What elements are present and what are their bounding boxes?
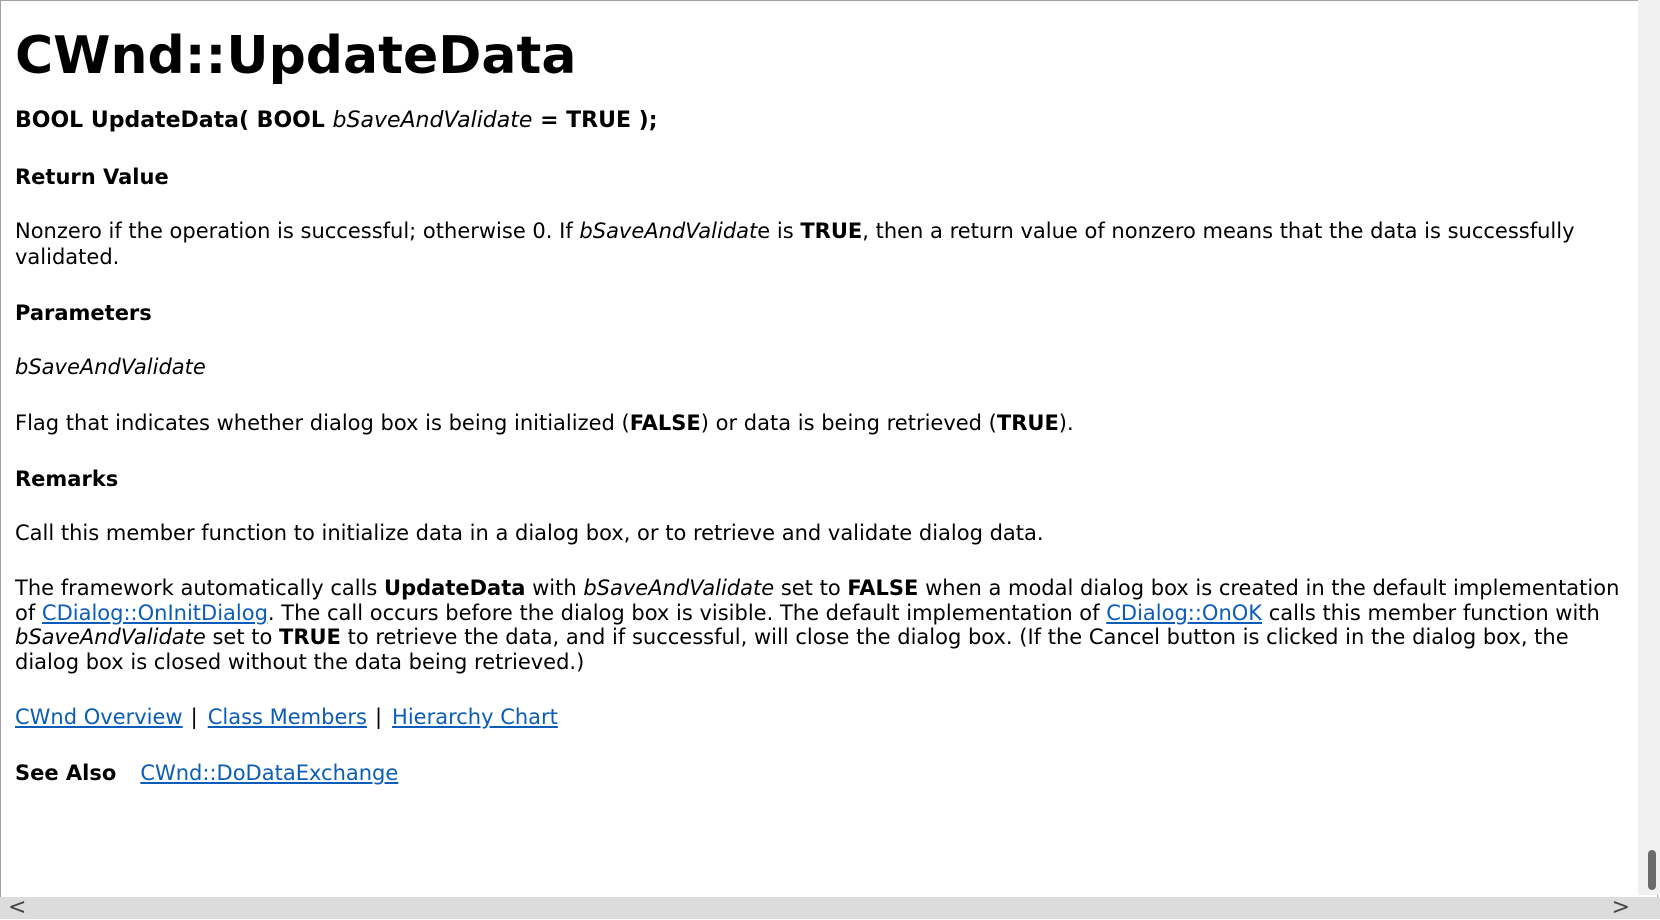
pd-true: TRUE [996,411,1059,435]
return-value-heading: Return Value [15,165,169,189]
rm-m: set to [205,625,279,649]
return-value-text: Nonzero if the operation is successful; … [15,218,1625,270]
pd-3: ). [1058,411,1074,435]
class-members-link[interactable]: Class Members [208,705,367,729]
rm-false: FALSE [847,576,919,600]
dodataexchange-link[interactable]: CWnd::DoDataExchange [140,761,398,785]
rm-true: TRUE [279,625,341,649]
rv-text-1: Nonzero if the operation is successful; … [15,219,580,243]
function-signature: BOOL UpdateData( BOOL bSaveAndValidate =… [15,108,1625,134]
parameters-heading: Parameters [15,301,152,325]
parameter-name: bSaveAndValidate [15,354,1625,380]
rv-true: TRUE [800,219,863,243]
pd-1: Flag that indicates whether dialog box i… [15,411,630,435]
rm-i: . The call occurs before the dialog box … [267,600,1107,625]
vertical-scroll-thumb[interactable] [1648,850,1656,890]
nav-links: CWnd Overview | Class Members | Hierarchy Ch… [15,704,1625,730]
signature-suffix: = TRUE ); [532,108,658,133]
signature-param: bSaveAndValidate [332,108,533,133]
vertical-scrollbar[interactable] [1638,0,1660,895]
remarks-heading: Remarks [15,467,119,491]
rm-a: The framework automatically calls [15,576,385,600]
see-also-label: See Also [15,761,117,785]
nav-separator-1: | [190,705,198,729]
nav-separator-2: | [374,705,383,729]
parameter-description: Flag that indicates whether dialog box i… [15,410,1625,436]
oninitdialog-link[interactable]: CDialog::OnInitDialog [42,601,268,625]
rm-param-2: bSaveAndValidate [15,625,206,649]
rm-param-1: bSaveAndValidate [583,576,775,600]
scroll-left-icon[interactable]: < [8,895,26,920]
remarks-paragraph-1: Call this member function to initialize … [15,521,1044,545]
rv-param: bSaveAndValidat [579,219,758,243]
pd-2: ) or data is being retrieved ( [700,411,997,435]
signature-prefix: BOOL UpdateData( BOOL [15,108,333,133]
pd-false: FALSE [629,411,701,435]
onok-link[interactable]: CDialog::OnOK [1106,601,1262,625]
rm-e: set to [774,576,848,600]
see-also: See Also CWnd::DoDataExchange [15,760,1625,786]
rv-text-2: e is [757,219,801,243]
remarks-paragraph-2: The framework automatically calls Update… [15,576,1625,674]
hierarchy-chart-link[interactable]: Hierarchy Chart [392,705,558,729]
document-content: CWnd::UpdateData BOOL UpdateData( BOOL b… [15,20,1625,816]
rm-c: with [525,576,584,600]
param-name-text: bSaveAndValidate [15,355,206,379]
page-title: CWnd::UpdateData [15,26,577,86]
rm-updatedata: UpdateData [384,576,526,600]
scroll-right-icon[interactable]: > [1612,895,1630,920]
horizontal-scrollbar[interactable]: < > [0,895,1660,920]
cwnd-overview-link[interactable]: CWnd Overview [15,705,183,729]
rm-k: calls this member function with [1262,600,1600,625]
